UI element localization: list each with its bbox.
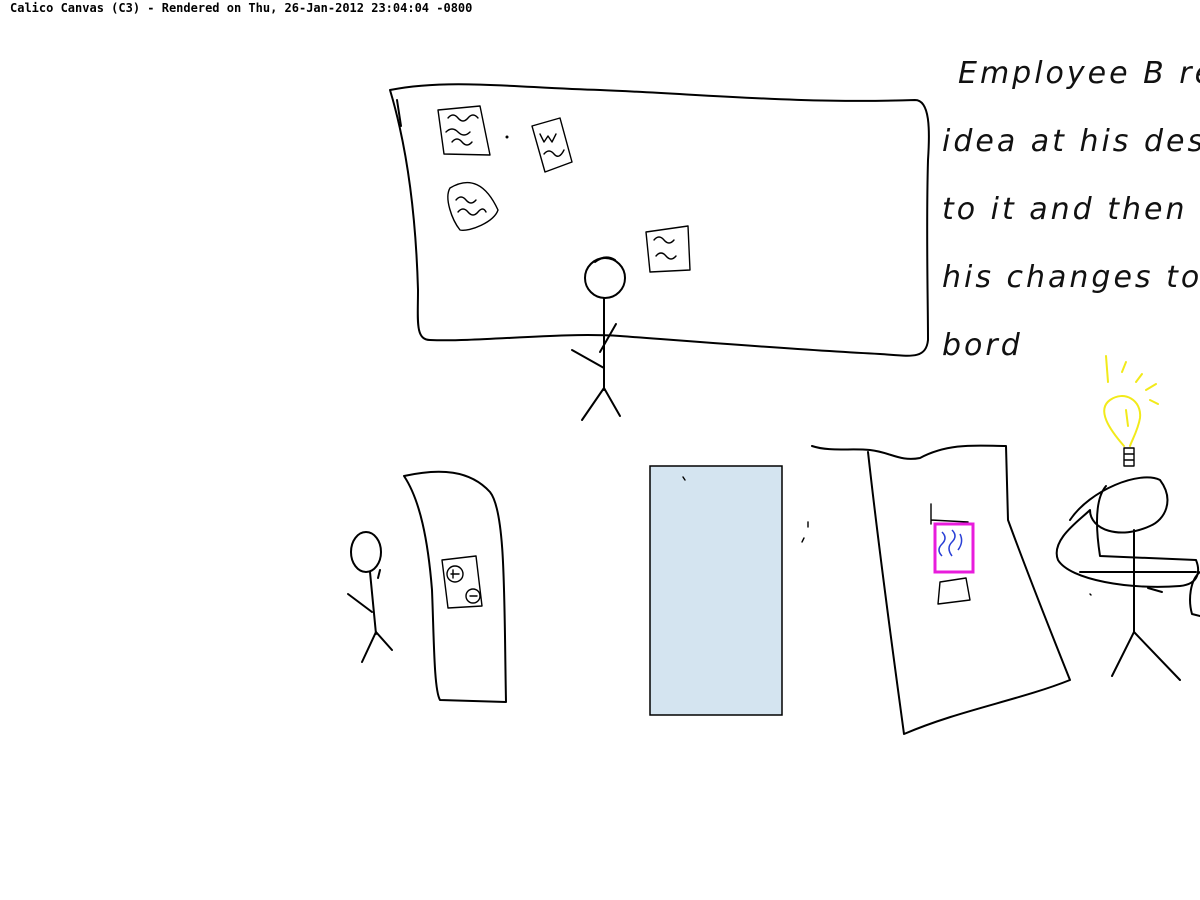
sticky-note (447, 181, 499, 231)
note-line: to it and then u (942, 192, 1200, 227)
ink-dot (505, 135, 509, 139)
sticky-note (531, 117, 573, 173)
small-board (403, 470, 507, 703)
thinking-figure (1055, 447, 1200, 681)
ink-marks (801, 521, 809, 543)
top-whiteboard (389, 83, 930, 357)
stick-figure (571, 256, 626, 421)
sticky-note (645, 225, 691, 273)
note-line: his changes to the (942, 260, 1200, 295)
note-line: idea at his desk, a (942, 124, 1200, 159)
note-line: bord (942, 328, 1023, 363)
desk-board (811, 444, 1071, 735)
door (649, 465, 783, 716)
note-line: Employee B reviews (958, 56, 1200, 91)
stick-figure (347, 531, 393, 663)
sticky-note (437, 105, 491, 156)
handwritten-note: Employee B reviews idea at his desk, a t… (942, 40, 1200, 380)
